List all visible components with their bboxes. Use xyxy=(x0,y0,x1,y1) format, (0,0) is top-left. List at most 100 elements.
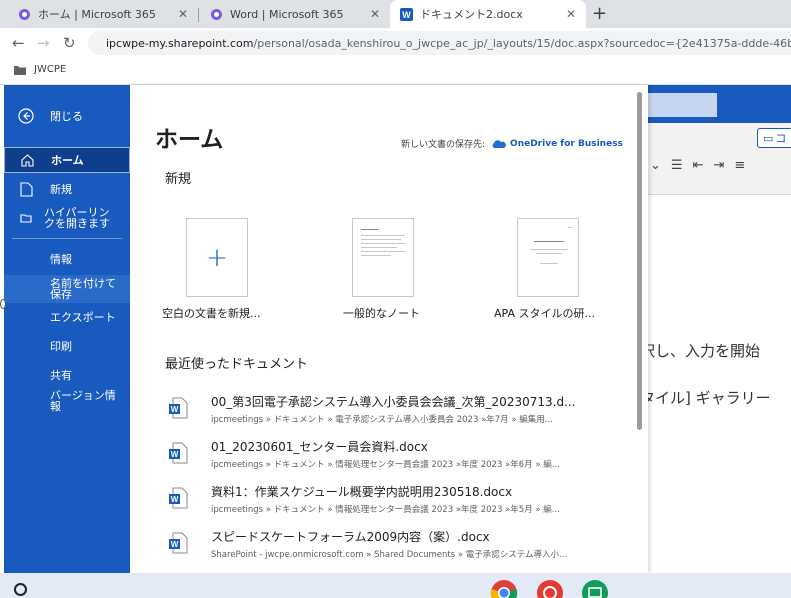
increase-indent-icon[interactable]: ⇥ xyxy=(713,158,724,173)
sidebar-divider xyxy=(12,238,122,239)
onedrive-icon xyxy=(492,139,506,148)
home-icon xyxy=(19,152,35,168)
address-bar[interactable]: ipcwpe-my.sharepoint.com/personal/osada_… xyxy=(88,31,791,55)
bookmark-folder-label: JWCPE xyxy=(34,64,67,75)
decrease-indent-icon[interactable]: ⇤ xyxy=(693,158,704,173)
recent-document-item[interactable]: W 資料1：作業スケジュール概要学内説明用230518.docx ipcmeet… xyxy=(168,483,618,523)
bookmarks-bar: JWCPE xyxy=(0,58,791,85)
recent-document-name: 00_第3回電子承認システム導入小委員会会議_次第_20230713.d... xyxy=(211,395,576,409)
new-tab-button[interactable]: + xyxy=(592,3,607,24)
page-title: ホーム xyxy=(155,127,224,153)
m365-icon xyxy=(18,8,31,21)
recent-document-path: ipcmeetings » ドキュメント » 情報処理センター員会議 2023 … xyxy=(211,460,560,470)
m365-icon xyxy=(210,8,223,21)
word-search-box[interactable] xyxy=(648,93,717,117)
sidebar-item-home[interactable]: ホーム xyxy=(4,147,130,173)
word-icon: W xyxy=(400,7,413,21)
chrome-icon[interactable] xyxy=(490,579,518,598)
ribbon-paragraph-controls: ⌄ ☰ ⇤ ⇥ ≡ xyxy=(650,158,745,173)
browser-tab-m365-home[interactable]: ホーム | Microsoft 365 ✕ xyxy=(0,0,198,28)
bookmark-folder[interactable]: JWCPE xyxy=(14,64,66,75)
sidebar-item-new[interactable]: 新規 xyxy=(4,178,130,200)
sidebar-item-label: 名前を付けて 保存 xyxy=(50,277,116,301)
sidebar-item-save-as[interactable]: 名前を付けて 保存 xyxy=(4,275,130,303)
tab-title: ドキュメント2.docx xyxy=(420,8,523,21)
sidebar-item-print[interactable]: 印刷 xyxy=(4,336,130,356)
sidebar-item-export[interactable]: エクスポート xyxy=(4,307,130,327)
close-icon[interactable]: ✕ xyxy=(370,7,380,21)
recent-document-item[interactable]: W 00_第3回電子承認システム導入小委員会会議_次第_20230713.d..… xyxy=(168,393,618,433)
sidebar-item-label: エクスポート xyxy=(50,310,116,324)
word-document-icon: W xyxy=(169,532,188,554)
resize-handle[interactable] xyxy=(0,299,6,309)
sidebar-item-about[interactable]: バージョン情 報 xyxy=(4,387,130,415)
back-arrow-icon[interactable]: ← xyxy=(12,34,25,52)
new-section-title: 新規 xyxy=(165,172,192,187)
word-document-icon: W xyxy=(169,487,188,509)
sidebar-item-label: ハイパーリン クを開きます xyxy=(44,206,110,230)
close-icon[interactable]: ✕ xyxy=(566,7,576,21)
backstage-panel: ホーム 新しい文書の保存先: OneDrive for Business 新規 … xyxy=(130,85,648,573)
general-notes-template-tile[interactable] xyxy=(352,218,414,297)
recent-document-item[interactable]: W 01_20230601_センター員会資料.docx ipcmeetings … xyxy=(168,438,618,478)
comments-button[interactable]: ▭ コ xyxy=(757,128,791,148)
url-path: /personal/osada_kenshirou_o_jwcpe_ac_jp/… xyxy=(253,36,791,50)
align-icon[interactable]: ≡ xyxy=(734,158,745,173)
comments-label: コ xyxy=(775,132,787,145)
sidebar-item-open-hyperlink[interactable]: ハイパーリン クを開きます xyxy=(4,205,130,231)
classroom-app-icon[interactable] xyxy=(581,579,609,598)
save-location: 新しい文書の保存先: OneDrive for Business xyxy=(401,137,623,151)
svg-text:W: W xyxy=(171,540,179,549)
close-icon[interactable]: ✕ xyxy=(178,7,188,21)
os-shelf xyxy=(0,573,791,598)
svg-text:W: W xyxy=(171,405,179,414)
apa-template-tile[interactable] xyxy=(517,218,579,297)
sidebar-item-label: ホーム xyxy=(51,153,84,167)
template-label: APA スタイルの研... xyxy=(494,307,595,320)
sidebar-item-label: 情報 xyxy=(50,252,72,266)
back-circle-icon xyxy=(18,108,34,124)
svg-text:W: W xyxy=(171,495,179,504)
sidebar-item-label: バージョン情 報 xyxy=(50,389,116,413)
template-label: 一般的なノート xyxy=(343,307,420,320)
plus-icon: + xyxy=(206,242,228,273)
browser-toolbar: ← → ↻ ipcwpe-my.sharepoint.com/personal/… xyxy=(0,28,791,58)
recent-document-path: SharePoint - jwcpe.onmicrosoft.com » Sha… xyxy=(211,550,568,560)
svg-text:W: W xyxy=(402,10,411,20)
reload-icon[interactable]: ↻ xyxy=(63,34,76,52)
tab-title: ホーム | Microsoft 365 xyxy=(38,8,156,21)
open-folder-icon xyxy=(18,210,34,226)
browser-tab-word[interactable]: Word | Microsoft 365 ✕ xyxy=(194,0,390,28)
folder-icon xyxy=(14,65,26,75)
sidebar-item-share[interactable]: 共有 xyxy=(4,365,130,385)
url-host: ipcwpe-my.sharepoint.com xyxy=(106,36,254,50)
blank-document-tile[interactable]: + xyxy=(186,218,248,297)
camera-app-icon[interactable] xyxy=(536,579,564,598)
document-text-line: タイル] ギャラリー xyxy=(640,389,771,407)
sidebar-item-label: 印刷 xyxy=(50,339,72,353)
word-document-icon: W xyxy=(169,397,188,419)
chevron-down-icon[interactable]: ⌄ xyxy=(650,158,661,173)
ribbon-bottom-border xyxy=(648,183,791,195)
word-document-icon: W xyxy=(169,442,188,464)
recent-section-title: 最近使ったドキュメント xyxy=(165,357,309,372)
panel-scrollbar[interactable] xyxy=(637,92,642,430)
document-text-line: 択し、入力を開始 xyxy=(640,342,761,360)
template-label: 空白の文書を新規... xyxy=(162,307,261,320)
recent-document-path: ipcmeetings » ドキュメント » 情報処理センター員会議 2023 … xyxy=(211,505,560,515)
forward-arrow-icon[interactable]: → xyxy=(37,34,50,52)
sidebar-item-label: 新規 xyxy=(50,182,72,196)
launcher-icon[interactable] xyxy=(14,583,27,596)
numbered-list-icon[interactable]: ☰ xyxy=(671,158,683,173)
browser-tab-document[interactable]: W ドキュメント2.docx ✕ xyxy=(390,0,586,28)
svg-text:W: W xyxy=(171,450,179,459)
save-location-value[interactable]: OneDrive for Business xyxy=(510,139,623,149)
recent-document-item[interactable]: W スピードスケートフォーラム2009内容（案）.docx SharePoint… xyxy=(168,528,618,568)
recent-document-name: 01_20230601_センター員会資料.docx xyxy=(211,440,428,454)
sidebar-item-info[interactable]: 情報 xyxy=(4,249,130,269)
recent-document-name: スピードスケートフォーラム2009内容（案）.docx xyxy=(211,530,490,544)
close-backstage-button[interactable]: 閉じる xyxy=(4,105,130,127)
comment-icon: ▭ xyxy=(763,131,774,145)
new-document-icon xyxy=(18,181,34,197)
recent-document-name: 資料1：作業スケジュール概要学内説明用230518.docx xyxy=(211,485,513,499)
